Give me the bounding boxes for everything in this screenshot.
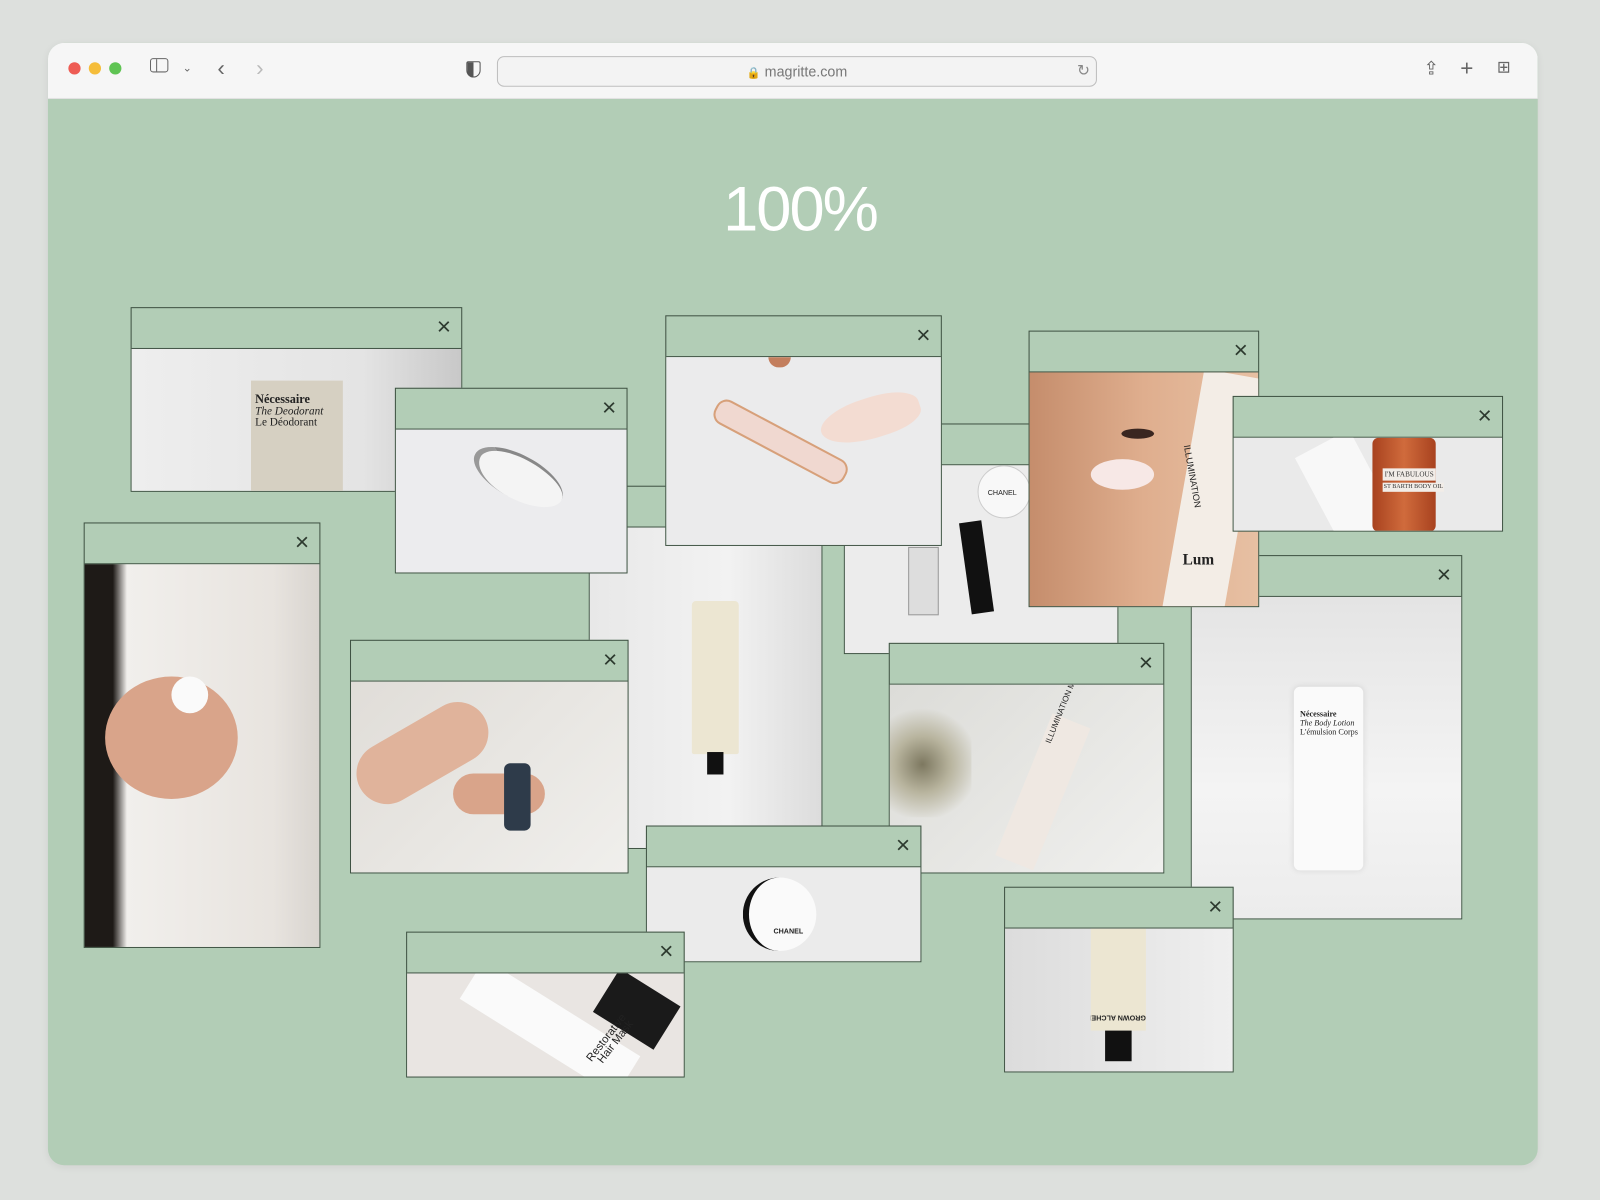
window-body-oil[interactable]: × I'M FABULOUS ST BARTH BODY OIL [1232,395,1504,532]
share-icon[interactable]: ⇪ [1423,57,1438,79]
window-illumination-mask[interactable]: × ILLUMINATION MASK [888,642,1165,874]
product-photo: I'M FABULOUS ST BARTH BODY OIL [1233,437,1503,531]
product-label: The Body Lotion [1299,718,1355,728]
close-icon[interactable]: × [1234,337,1248,365]
product-label: I'M FABULOUS [1382,468,1436,481]
close-icon[interactable]: × [1437,562,1451,589]
window-titlebar[interactable]: × [84,523,320,565]
progress-percentage: 100% [723,174,879,245]
product-photo [666,357,941,545]
shield-icon[interactable] [466,61,481,78]
product-photo [84,564,320,947]
close-icon[interactable]: × [437,314,451,341]
product-label: Nécessaire [255,391,310,407]
product-label: ST BARTH BODY OIL [1382,482,1445,492]
window-titlebar[interactable]: × [351,641,628,682]
window-titlebar[interactable]: × [889,644,1164,685]
close-icon[interactable]: × [1208,893,1222,921]
lock-icon: 🔒 [746,67,761,80]
product-label: CHANEL [773,928,804,936]
address-bar[interactable]: 🔒 magritte.com ↻ [496,56,1097,87]
chevron-down-icon[interactable]: ⌄ [183,57,192,79]
window-titlebar[interactable]: × [646,827,921,868]
product-photo [395,429,627,573]
product-label: CHANEL [987,489,1017,497]
product-label: GROWN ALCHEM [1090,1013,1146,1021]
window-titlebar[interactable]: × [1233,397,1503,438]
window-rose-quartz-roller[interactable]: × [665,315,942,546]
close-icon[interactable]: × [659,938,673,966]
window-titlebar[interactable]: × [1029,332,1259,373]
close-icon[interactable]: × [916,322,930,349]
product-photo: Restorative Hair Mask [407,973,684,1077]
minimize-window-button[interactable] [88,62,102,75]
window-hair-mask[interactable]: × Restorative Hair Mask [406,931,685,1078]
product-photo [351,681,628,873]
close-icon[interactable]: × [295,529,309,557]
window-titlebar[interactable]: × [407,933,684,974]
maximize-window-button[interactable] [109,62,122,75]
tab-overview-icon[interactable]: ⊞ [1497,57,1511,79]
window-dropper-bottle[interactable]: × [349,639,629,874]
product-photo: Nécessaire The Body Lotion L'émulsion Co… [1191,596,1462,919]
new-tab-icon[interactable]: + [1460,57,1473,79]
close-icon[interactable]: × [1478,403,1492,430]
url-text: magritte.com [764,63,848,80]
back-icon[interactable]: ‹ [217,57,224,79]
browser-toolbar: ⌄ ‹ › 🔒 magritte.com ↻ ⇪ + ⊞ [47,42,1538,99]
product-label: Nécessaire [1299,709,1337,719]
close-icon[interactable]: × [603,646,617,674]
window-body-lotion[interactable]: × Nécessaire The Body Lotion L'émulsion … [1190,555,1463,920]
close-icon[interactable]: × [896,832,910,860]
window-titlebar[interactable]: × [666,316,941,358]
product-photo: ILLUMINATION Lum [1029,372,1259,607]
window-titlebar[interactable]: × [1005,888,1233,929]
window-titlebar[interactable]: × [131,308,462,349]
close-icon[interactable]: × [602,394,616,422]
reload-icon[interactable]: ↻ [1077,57,1090,86]
window-cream-swatch[interactable]: × [394,387,628,574]
product-photo: ILLUMINATION MASK [889,684,1164,873]
forward-icon[interactable]: › [256,57,263,79]
product-photo: GROWN ALCHEM [1005,928,1233,1072]
sidebar-icon[interactable] [149,58,169,73]
product-photo: CHANEL [646,867,921,962]
product-label: Lum [1182,552,1215,569]
close-window-button[interactable] [68,62,81,75]
product-label: L'émulsion Corps [1299,727,1358,737]
window-hands-cream[interactable]: × [83,522,321,948]
product-label: Le Déodorant [255,416,318,429]
window-chanel-jar[interactable]: × CHANEL [645,825,922,963]
close-icon[interactable]: × [1139,649,1153,677]
window-titlebar[interactable]: × [395,389,627,430]
window-grown-alchemist-tube[interactable]: × GROWN ALCHEM [1004,886,1234,1073]
window-face-illumination[interactable]: × ILLUMINATION Lum [1028,330,1260,608]
